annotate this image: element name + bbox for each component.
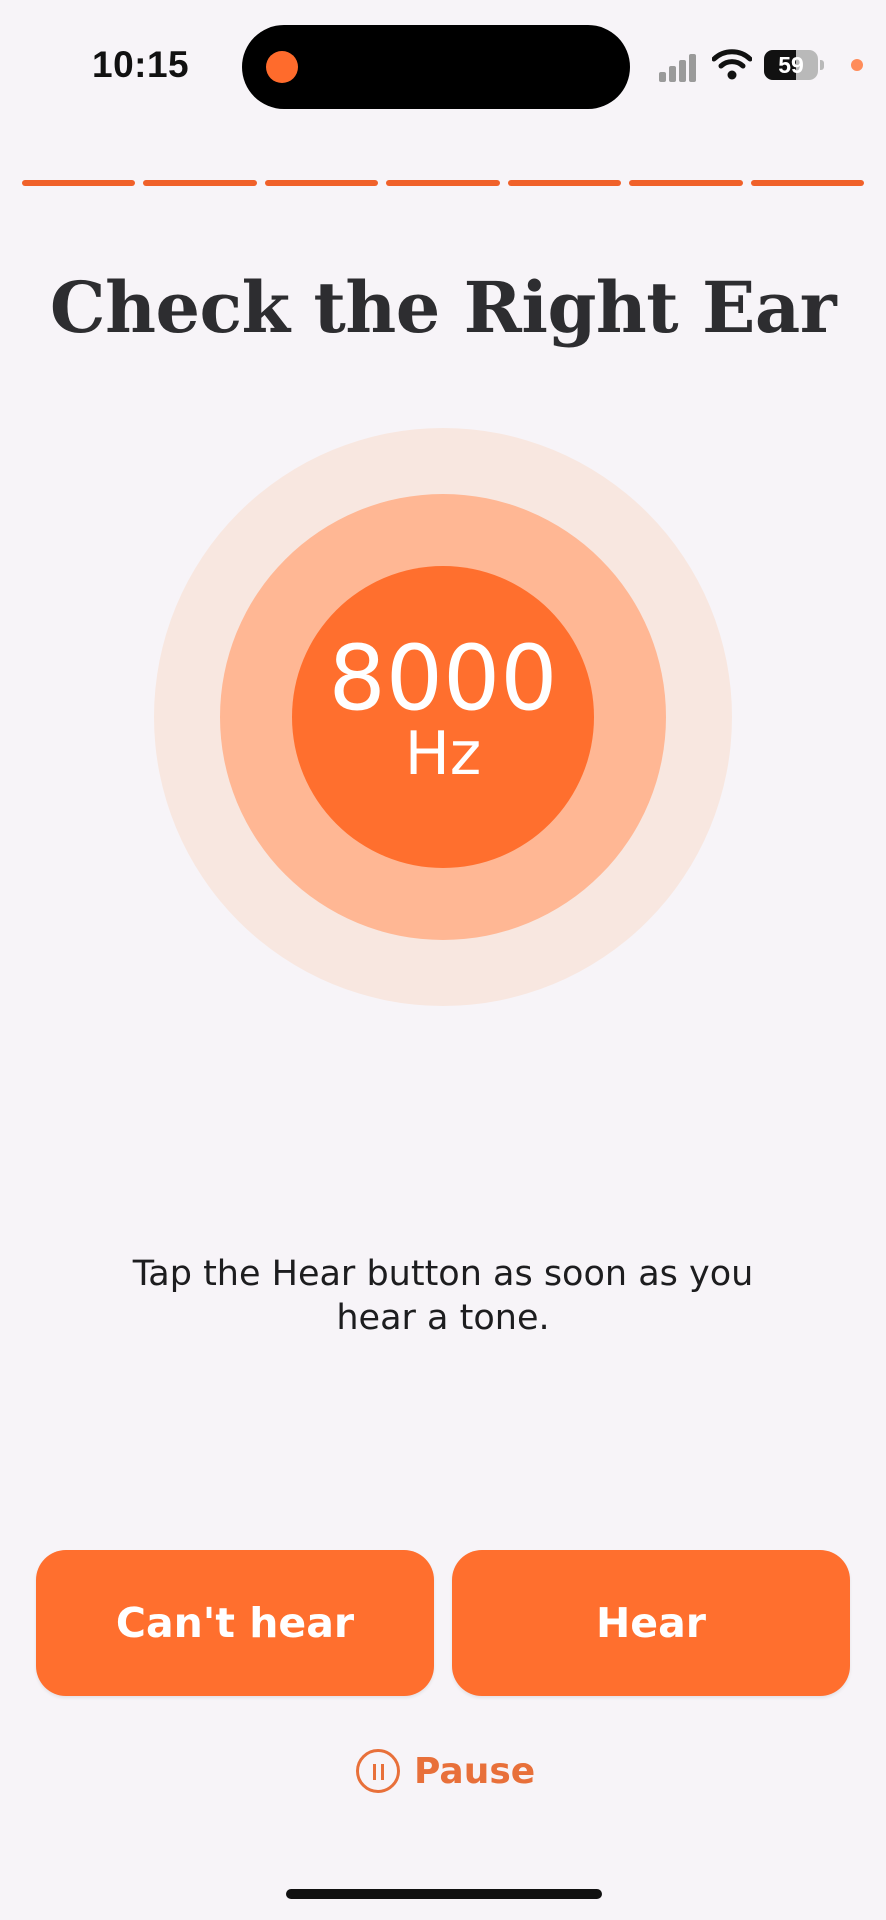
home-indicator[interactable] — [286, 1889, 602, 1899]
hear-button[interactable]: Hear — [452, 1550, 850, 1696]
instruction-text: Tap the Hear button as soon as you hear … — [132, 1254, 754, 1338]
progress-segment — [264, 180, 379, 186]
battery-tip — [820, 60, 824, 70]
frequency-unit: Hz — [404, 719, 482, 789]
progress-segment — [143, 180, 257, 186]
tone-indicator: 8000 Hz — [154, 428, 732, 1006]
battery-icon: 59 — [764, 50, 818, 80]
battery-percent: 59 — [778, 52, 804, 78]
progress-segment — [507, 180, 622, 186]
pause-button[interactable]: Pause — [356, 1745, 535, 1797]
recording-dot-icon — [266, 51, 298, 83]
progress-segment — [386, 180, 500, 186]
page-title: Check the Right Ear — [49, 266, 837, 349]
progress-segment — [629, 180, 743, 186]
dynamic-island — [242, 25, 630, 109]
pause-label: Pause — [414, 1750, 536, 1792]
progress-bar — [22, 180, 864, 186]
cant-hear-button[interactable]: Can't hear — [36, 1550, 434, 1696]
frequency-value: 8000 — [328, 626, 558, 731]
cellular-signal-icon — [659, 50, 703, 82]
mic-indicator-icon — [851, 59, 863, 71]
progress-segment — [750, 180, 864, 186]
status-bar: 10:15 59 — [0, 0, 886, 130]
wifi-icon — [711, 48, 753, 80]
status-time: 10:15 — [92, 44, 190, 85]
progress-segment — [22, 180, 136, 186]
pause-circle-icon — [356, 1749, 400, 1793]
